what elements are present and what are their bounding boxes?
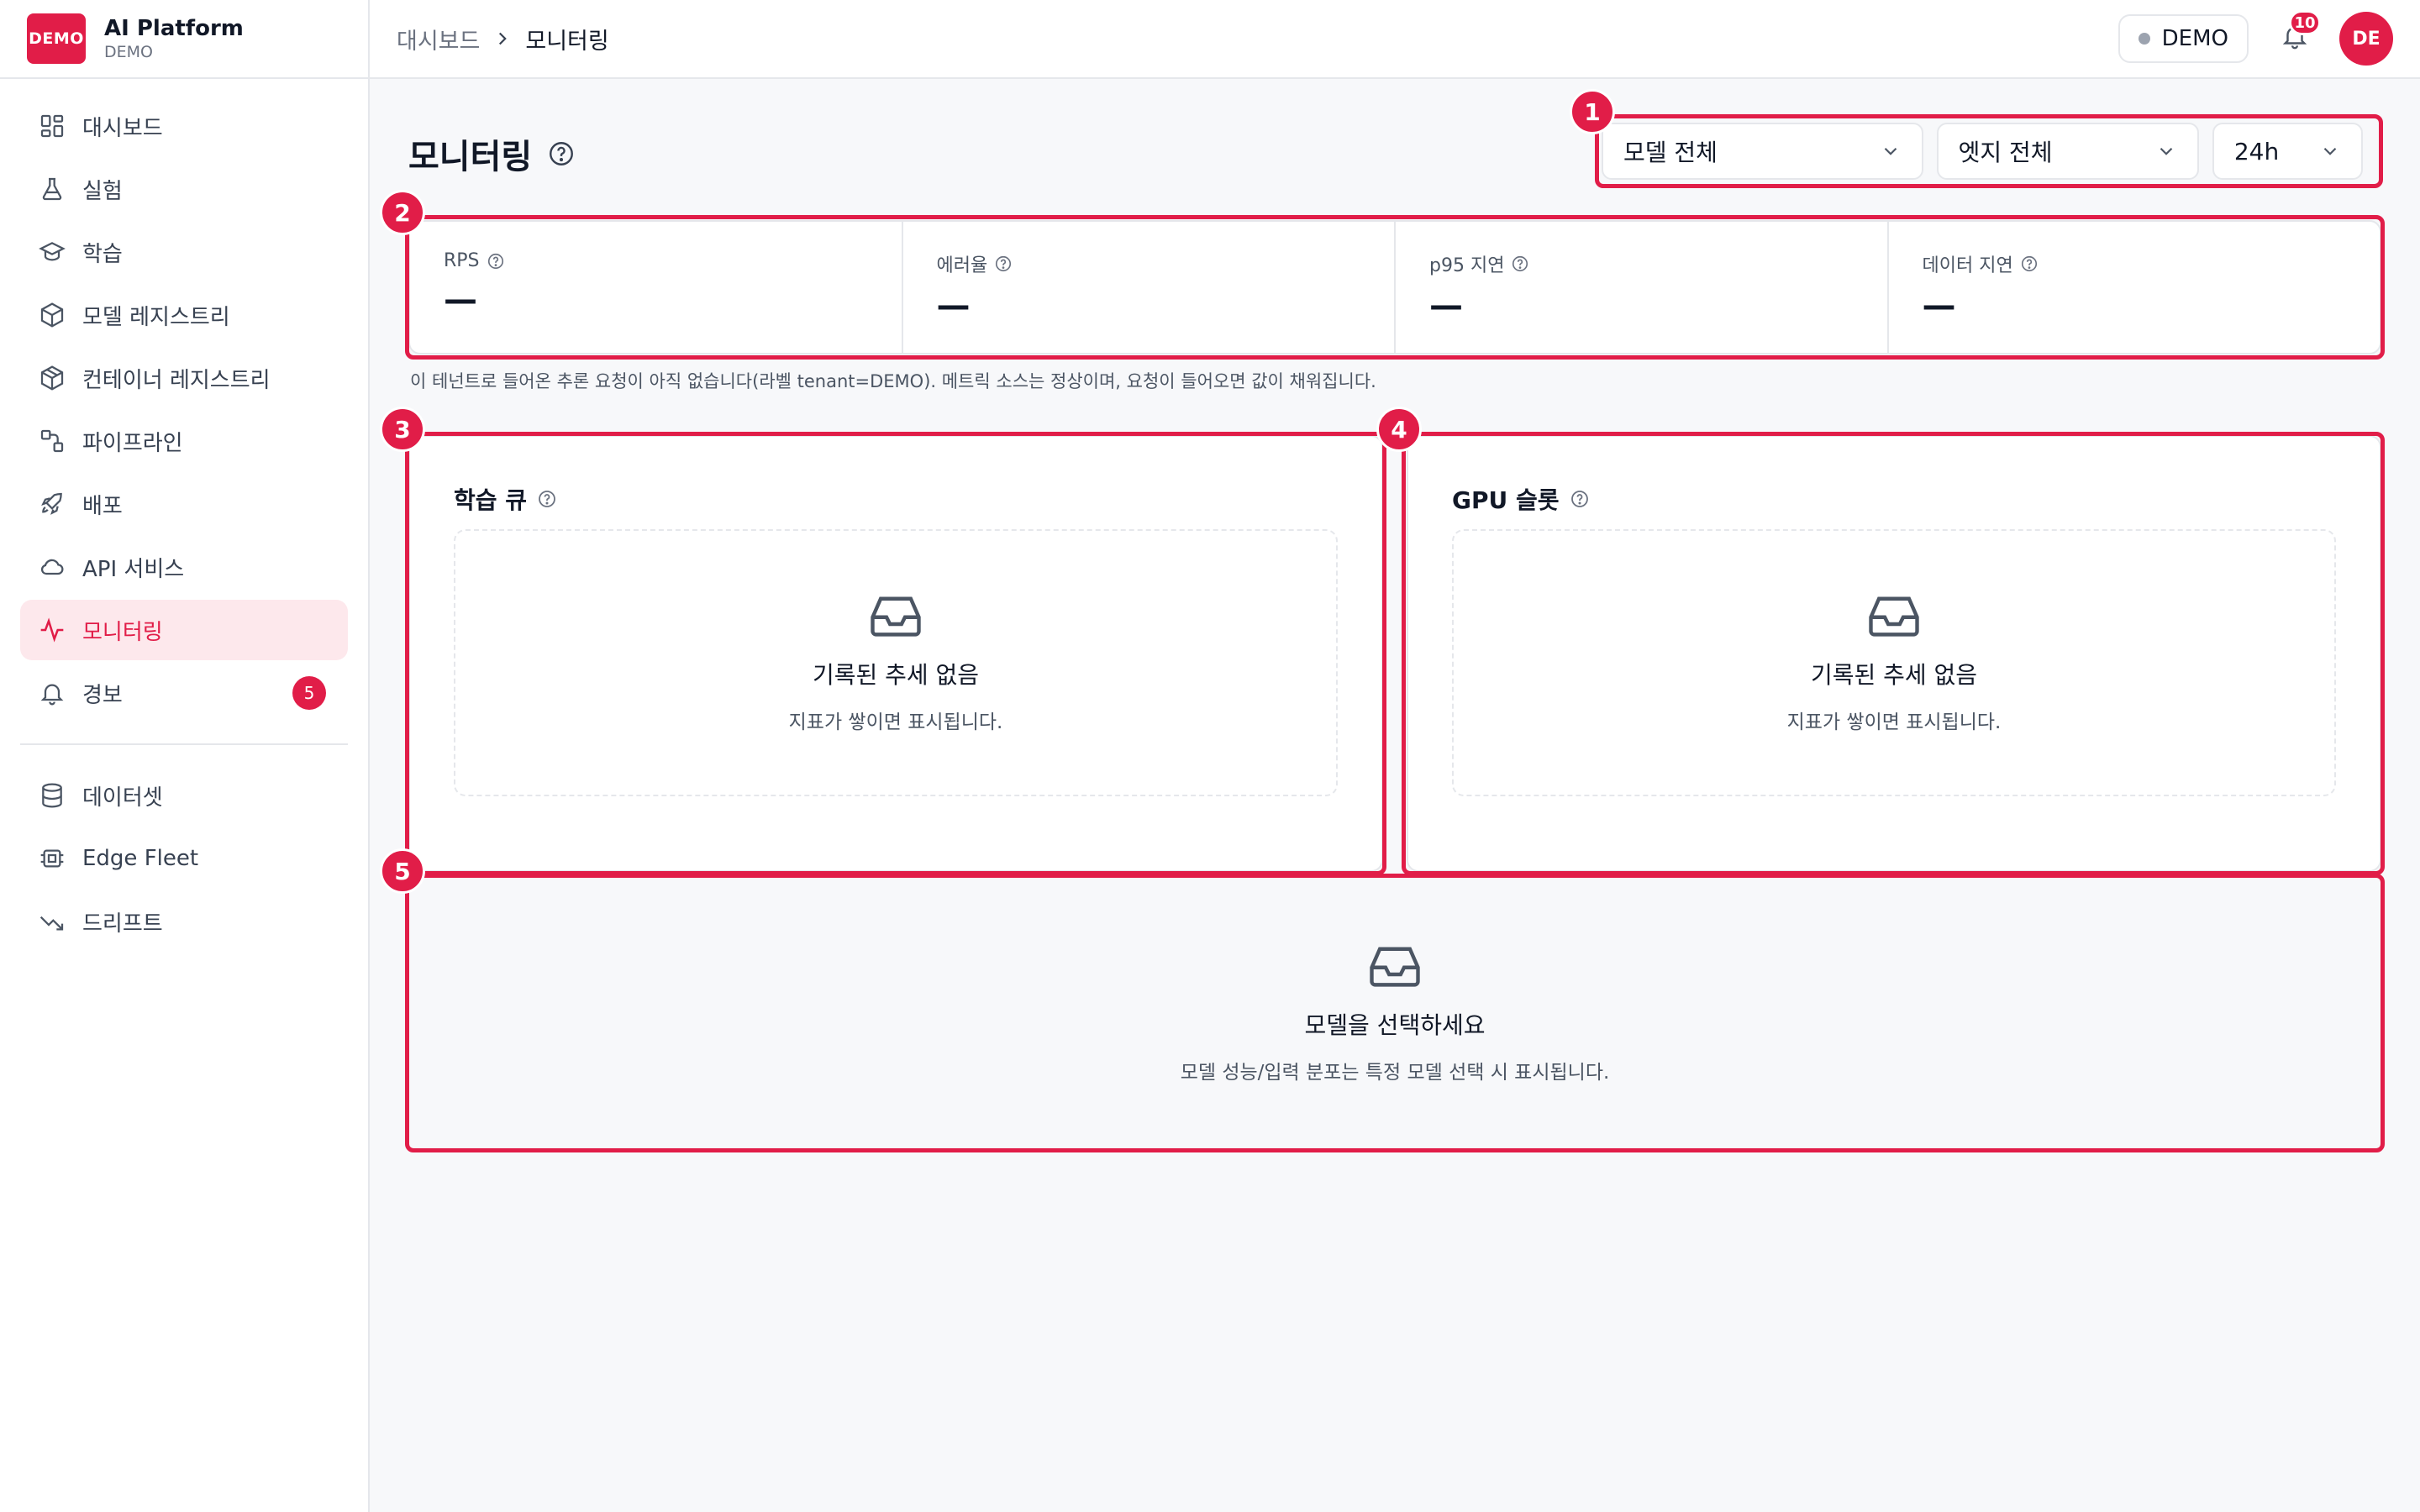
user-avatar[interactable]: DE	[2339, 12, 2393, 66]
tenant-name: DEMO	[2161, 26, 2228, 51]
sidebar-item-label: 파이프라인	[82, 430, 183, 456]
annotation-box-1	[1595, 114, 2383, 188]
sidebar-item-drift[interactable]: 드리프트	[20, 891, 348, 952]
package-icon	[40, 365, 64, 391]
sidebar: DEMO AI Platform DEMO 대시보드 실험 학습 모델 레지스트…	[0, 0, 370, 1512]
header-actions: DEMO 10 DE	[2118, 10, 2393, 66]
activity-icon	[40, 617, 64, 643]
annotation-badge-3: 3	[380, 407, 425, 452]
breadcrumb-current: 모니터링	[525, 28, 609, 55]
sidebar-item-label: 모델 레지스트리	[82, 304, 230, 330]
flask-icon	[42, 177, 62, 201]
sidebar-item-dashboard[interactable]: 대시보드	[20, 96, 348, 156]
dashboard-icon	[40, 114, 64, 138]
annotation-badge-5: 5	[380, 848, 425, 894]
sidebar-item-label: 모니터링	[82, 619, 163, 645]
edge-device-icon	[40, 849, 64, 868]
annotation-box-2	[405, 215, 2385, 360]
page-title: 모니터링	[408, 129, 576, 178]
brand-text: AI Platform DEMO	[104, 15, 244, 62]
breadcrumb: 대시보드 모니터링	[397, 23, 609, 55]
top-bar: 대시보드 모니터링 DEMO 10 DE	[370, 0, 2420, 79]
app-root: DEMO AI Platform DEMO 대시보드 실험 학습 모델 레지스트…	[0, 0, 2420, 1512]
brand-title: AI Platform	[104, 16, 244, 41]
sidebar-item-label: 학습	[82, 241, 123, 267]
notifications-button[interactable]: 10	[2281, 10, 2321, 55]
sidebar-item-label: 대시보드	[82, 115, 163, 141]
no-data-note: 이 테넌트로 들어온 추론 요청이 아직 없습니다(라벨 tenant=DEMO…	[410, 371, 1376, 391]
main-content: 모니터링 모델 전체 엣지 전체 24h 1 RPS — 에러율 — p95 지…	[370, 79, 2420, 1512]
breadcrumb-dashboard-link[interactable]: 대시보드	[397, 23, 480, 55]
sidebar-item-label: 실험	[82, 178, 123, 204]
cloud-icon	[40, 559, 64, 575]
sidebar-item-api-service[interactable]: API 서비스	[20, 537, 348, 597]
annotation-badge-1: 1	[1570, 89, 1615, 134]
sidebar-divider	[20, 743, 348, 745]
sidebar-item-training[interactable]: 학습	[20, 222, 348, 282]
sidebar-item-alerts[interactable]: 경보 5	[20, 663, 348, 723]
annotation-box-5	[405, 874, 2385, 1152]
sidebar-nav: 대시보드 실험 학습 모델 레지스트리 컨테이너 레지스트리 파이프라인 배포 …	[0, 79, 368, 952]
page-title-text: 모니터링	[408, 138, 533, 176]
trending-down-icon	[39, 916, 64, 931]
annotation-badge-2: 2	[380, 190, 425, 235]
sidebar-item-label: 컨테이너 레지스트리	[82, 367, 271, 393]
sidebar-item-label: 데이터셋	[82, 785, 163, 811]
sidebar-item-label: 드리프트	[82, 911, 163, 937]
sidebar-item-label: API 서비스	[82, 556, 185, 582]
brand-subtitle: DEMO	[104, 43, 153, 61]
tenant-selector[interactable]: DEMO	[2118, 14, 2249, 63]
help-circle-icon[interactable]	[547, 139, 576, 168]
brand-logo: DEMO	[27, 13, 86, 64]
sidebar-item-edge-fleet[interactable]: Edge Fleet	[20, 828, 348, 889]
sidebar-item-model-registry[interactable]: 모델 레지스트리	[20, 285, 348, 345]
sidebar-item-monitoring[interactable]: 모니터링	[20, 600, 348, 660]
alerts-count-badge: 5	[292, 676, 326, 710]
annotation-box-3	[405, 432, 1386, 875]
sidebar-item-label: 배포	[82, 493, 123, 519]
brand[interactable]: DEMO AI Platform DEMO	[0, 0, 368, 79]
sidebar-item-label: 경보	[82, 682, 123, 708]
rocket-icon	[41, 492, 62, 515]
bell-icon	[40, 684, 64, 706]
sidebar-item-pipeline[interactable]: 파이프라인	[20, 411, 348, 471]
sidebar-item-datasets[interactable]: 데이터셋	[20, 765, 348, 826]
sidebar-item-label: Edge Fleet	[82, 846, 199, 871]
tenant-status-dot	[2138, 33, 2150, 45]
annotation-badge-4: 4	[1376, 407, 1422, 452]
notification-count-badge: 10	[2289, 10, 2321, 35]
workflow-icon	[40, 429, 64, 453]
sidebar-item-experiments[interactable]: 실험	[20, 159, 348, 219]
sidebar-item-container-registry[interactable]: 컨테이너 레지스트리	[20, 348, 348, 408]
graduation-cap-icon	[39, 242, 66, 261]
chevron-right-icon	[499, 32, 508, 45]
box-icon	[40, 302, 64, 328]
sidebar-item-deploy[interactable]: 배포	[20, 474, 348, 534]
database-icon	[42, 783, 62, 808]
annotation-box-4	[1402, 432, 2385, 875]
